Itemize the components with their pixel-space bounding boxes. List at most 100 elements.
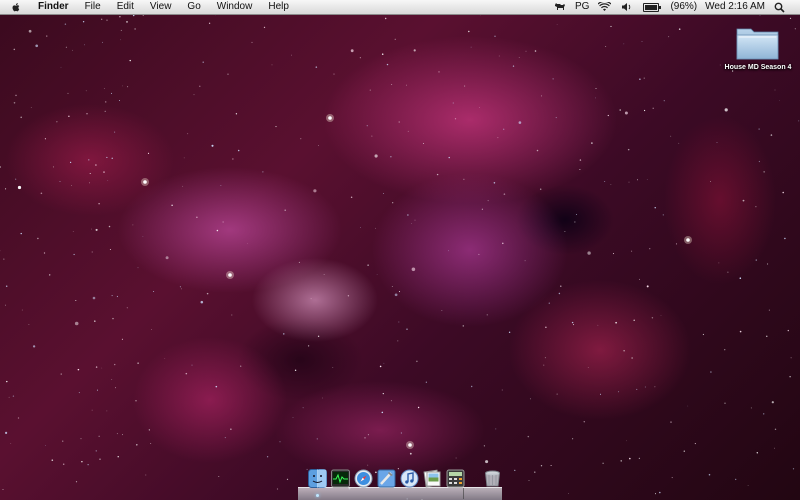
star	[117, 456, 119, 458]
star	[279, 441, 281, 443]
star	[98, 203, 100, 205]
star	[619, 109, 621, 111]
star	[316, 438, 318, 440]
star	[150, 443, 152, 444]
star	[758, 128, 760, 130]
star	[332, 366, 334, 368]
star	[719, 64, 721, 66]
star	[218, 476, 220, 478]
star	[639, 278, 641, 280]
star	[107, 180, 109, 181]
star	[369, 89, 371, 91]
star	[91, 409, 93, 411]
star	[464, 85, 466, 87]
star	[671, 477, 673, 479]
star	[122, 85, 123, 87]
star	[638, 457, 641, 460]
star	[716, 142, 718, 143]
preview-icon[interactable]	[423, 469, 442, 488]
menu-go[interactable]: Go	[179, 0, 208, 14]
star	[708, 473, 711, 476]
star	[626, 440, 627, 442]
trash-icon[interactable]	[483, 469, 502, 488]
dog-icon[interactable]	[554, 1, 566, 13]
desktop-folder[interactable]: House MD Season 4	[722, 24, 794, 71]
menu-clock[interactable]: Wed 2:16 AM	[705, 0, 765, 14]
star	[37, 237, 39, 240]
star	[644, 109, 646, 112]
battery-percent[interactable]: (96%)	[670, 0, 697, 14]
star	[121, 338, 123, 340]
activity-monitor-icon[interactable]	[331, 469, 350, 488]
star	[263, 26, 266, 29]
folder-icon[interactable]	[735, 24, 781, 62]
star	[64, 23, 67, 25]
star	[675, 243, 678, 245]
star	[376, 273, 378, 275]
star	[527, 435, 530, 438]
star	[670, 421, 672, 423]
star	[637, 179, 639, 181]
menu-finder[interactable]: Finder	[30, 0, 77, 14]
star	[774, 428, 777, 431]
safari-icon[interactable]	[354, 469, 373, 488]
star	[436, 173, 439, 176]
star	[94, 320, 96, 322]
star	[322, 397, 324, 399]
star	[573, 324, 575, 326]
star	[202, 61, 204, 63]
itunes-icon[interactable]	[400, 469, 419, 488]
input-menu-label[interactable]: PG	[575, 0, 589, 14]
wifi-icon[interactable]	[598, 1, 612, 13]
folder-label[interactable]: House MD Season 4	[725, 64, 792, 71]
star	[518, 121, 522, 124]
star	[787, 329, 789, 332]
battery-icon[interactable]	[643, 1, 662, 13]
apple-logo-icon[interactable]	[10, 1, 22, 13]
star	[539, 188, 542, 190]
star	[350, 196, 353, 199]
star	[114, 363, 116, 366]
menu-file[interactable]: File	[77, 0, 109, 14]
star	[17, 185, 22, 190]
volume-icon[interactable]	[621, 1, 633, 13]
menu-window[interactable]: Window	[209, 0, 261, 14]
star	[425, 381, 427, 383]
star	[145, 474, 147, 476]
menu-edit[interactable]: Edit	[109, 0, 142, 14]
star	[182, 185, 184, 187]
star	[65, 46, 67, 48]
star	[758, 160, 761, 163]
menu-view[interactable]: View	[142, 0, 180, 14]
star	[89, 172, 91, 175]
star	[318, 145, 319, 146]
star	[59, 180, 61, 182]
star	[3, 258, 5, 260]
star	[629, 457, 631, 460]
star	[702, 333, 704, 336]
star	[486, 314, 488, 316]
star	[438, 71, 440, 73]
star	[659, 491, 661, 494]
spotlight-search-icon[interactable]	[774, 1, 785, 13]
star	[8, 396, 10, 398]
star	[789, 17, 792, 20]
star	[727, 271, 729, 273]
star	[394, 293, 398, 297]
star	[5, 285, 8, 287]
star	[587, 251, 591, 255]
star	[101, 18, 103, 20]
star	[534, 50, 537, 52]
calculator-icon[interactable]	[446, 469, 465, 488]
xcode-icon[interactable]	[377, 469, 396, 488]
star	[114, 131, 116, 133]
star	[646, 285, 649, 288]
star	[310, 298, 312, 300]
star	[302, 407, 304, 409]
finder-icon[interactable]	[308, 469, 327, 497]
star	[739, 330, 742, 333]
menu-help[interactable]: Help	[260, 0, 297, 14]
star	[103, 171, 105, 173]
star	[739, 277, 742, 279]
star	[110, 92, 113, 94]
